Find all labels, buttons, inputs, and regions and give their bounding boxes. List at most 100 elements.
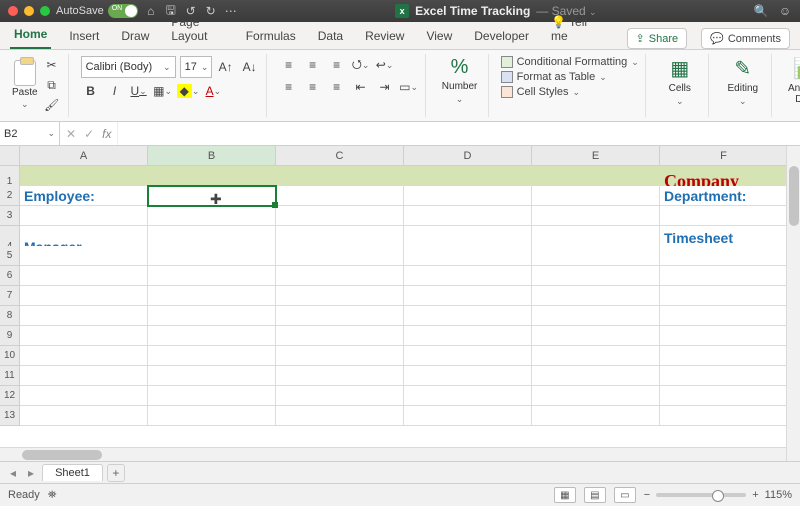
autosave-toggle[interactable]: AutoSave ON: [56, 4, 138, 18]
editing-button[interactable]: ✎Editing⌄: [721, 56, 765, 107]
percent-icon: %: [451, 56, 469, 79]
tab-view[interactable]: View: [422, 23, 456, 49]
number-format-button[interactable]: % Number⌄: [438, 56, 482, 105]
underline-button[interactable]: U ⌄: [129, 82, 149, 100]
row-header-11[interactable]: 11: [0, 366, 20, 386]
row-header-12[interactable]: 12: [0, 386, 20, 406]
cells-button[interactable]: ▦Cells⌄: [658, 56, 702, 107]
zoom-level[interactable]: 115%: [765, 489, 792, 501]
home-icon[interactable]: ⌂: [144, 4, 158, 18]
col-header-D[interactable]: D: [404, 146, 532, 166]
zoom-out-button[interactable]: −: [644, 489, 650, 501]
paste-button[interactable]: Paste ⌄: [12, 60, 38, 110]
font-size-select[interactable]: 17⌄: [180, 56, 212, 78]
cut-icon[interactable]: ✂: [42, 56, 62, 74]
row-header-2[interactable]: 2: [0, 186, 20, 206]
tab-formulas[interactable]: Formulas: [242, 23, 300, 49]
cell-styles-button[interactable]: Cell Styles ⌄: [501, 86, 639, 98]
sheet-tab-1[interactable]: Sheet1: [42, 464, 103, 481]
wrap-text-icon[interactable]: ↩⌄: [375, 56, 395, 74]
col-header-E[interactable]: E: [532, 146, 660, 166]
align-left-icon[interactable]: ≡: [279, 78, 299, 96]
name-box[interactable]: B2⌄: [0, 122, 60, 145]
col-header-F[interactable]: F: [660, 146, 788, 166]
formula-input[interactable]: [118, 122, 800, 145]
view-page-break-icon[interactable]: ▭: [614, 487, 636, 503]
sheet-nav-next[interactable]: ▸: [24, 466, 38, 480]
tab-home[interactable]: Home: [10, 21, 51, 49]
tab-page-layout[interactable]: Page Layout: [167, 9, 227, 49]
cell-A2[interactable]: Employee:: [20, 186, 148, 206]
horizontal-scrollbar[interactable]: [0, 447, 786, 461]
cell-B2-selected[interactable]: [148, 186, 276, 206]
borders-button[interactable]: ▦ ⌄: [153, 82, 173, 100]
sheet-tabs: ◂ ▸ Sheet1 +: [0, 462, 800, 484]
align-center-icon[interactable]: ≡: [303, 78, 323, 96]
select-all-corner[interactable]: [0, 146, 20, 166]
ribbon: Paste ⌄ ✂ ⧉ 🖌 Calibri (Body)⌄ 17⌄ A↑ A↓ …: [0, 50, 800, 122]
enter-formula-icon[interactable]: ✓: [84, 127, 94, 141]
row-header-3[interactable]: 3: [0, 206, 20, 226]
align-top-icon[interactable]: ≡: [279, 56, 299, 74]
copy-icon[interactable]: ⧉: [42, 76, 62, 94]
sheet-nav-prev[interactable]: ◂: [6, 466, 20, 480]
row-header-9[interactable]: 9: [0, 326, 20, 346]
decrease-indent-icon[interactable]: ⇤: [351, 78, 371, 96]
minimize-window-icon[interactable]: [24, 6, 34, 16]
row-header-8[interactable]: 8: [0, 306, 20, 326]
conditional-formatting-button[interactable]: Conditional Formatting ⌄: [501, 56, 639, 68]
font-name-select[interactable]: Calibri (Body)⌄: [81, 56, 176, 78]
font-color-button[interactable]: A⌄: [203, 82, 223, 100]
mac-titlebar: AutoSave ON ⌂ 🖫 ↺ ↻ ⋯ x Excel Time Track…: [0, 0, 800, 22]
italic-button[interactable]: I: [105, 82, 125, 100]
user-icon[interactable]: ☺: [778, 4, 792, 18]
row-header-7[interactable]: 7: [0, 286, 20, 306]
tab-draw[interactable]: Draw: [117, 23, 153, 49]
row-header-5[interactable]: 5: [0, 246, 20, 266]
accessibility-icon[interactable]: ⛯: [48, 489, 57, 502]
analyse-icon: 📊: [793, 56, 800, 81]
zoom-slider[interactable]: [656, 493, 746, 497]
row-header-6[interactable]: 6: [0, 266, 20, 286]
tab-review[interactable]: Review: [361, 23, 408, 49]
align-middle-icon[interactable]: ≡: [303, 56, 323, 74]
tell-me[interactable]: 💡 Tell me: [547, 9, 599, 49]
align-right-icon[interactable]: ≡: [327, 78, 347, 96]
col-header-C[interactable]: C: [276, 146, 404, 166]
search-icon[interactable]: 🔍: [754, 4, 768, 18]
share-button[interactable]: ⇪Share: [627, 28, 688, 49]
merge-icon[interactable]: ▭⌄: [399, 78, 419, 96]
worksheet-grid[interactable]: A B C D E F 1 Company 2 Employee: Depart…: [0, 146, 800, 462]
add-sheet-button[interactable]: +: [107, 464, 125, 482]
align-bottom-icon[interactable]: ≡: [327, 56, 347, 74]
vertical-scrollbar[interactable]: [786, 146, 800, 461]
col-header-A[interactable]: A: [20, 146, 148, 166]
tab-insert[interactable]: Insert: [65, 23, 103, 49]
bold-button[interactable]: B: [81, 82, 101, 100]
status-ready: Ready: [8, 489, 40, 501]
orientation-icon[interactable]: ⭯⌄: [351, 56, 371, 74]
cells-icon: ▦: [670, 56, 689, 81]
view-normal-icon[interactable]: ▦: [554, 487, 576, 503]
format-as-table-button[interactable]: Format as Table ⌄: [501, 71, 639, 83]
analyse-data-button[interactable]: 📊Analyse Data: [784, 56, 800, 105]
tab-developer[interactable]: Developer: [470, 23, 533, 49]
format-painter-icon[interactable]: 🖌: [42, 96, 62, 114]
cell-F2[interactable]: Department:: [660, 186, 788, 206]
close-window-icon[interactable]: [8, 6, 18, 16]
col-header-B[interactable]: B: [148, 146, 276, 166]
view-page-layout-icon[interactable]: ▤: [584, 487, 606, 503]
decrease-font-icon[interactable]: A↓: [240, 58, 260, 76]
tab-data[interactable]: Data: [314, 23, 347, 49]
row-header-10[interactable]: 10: [0, 346, 20, 366]
fill-color-button[interactable]: ◆⌄: [177, 82, 200, 100]
increase-indent-icon[interactable]: ⇥: [375, 78, 395, 96]
comments-button[interactable]: 💬Comments: [701, 28, 790, 49]
cancel-formula-icon[interactable]: ✕: [66, 127, 76, 141]
fx-icon[interactable]: fx: [102, 127, 111, 141]
zoom-window-icon[interactable]: [40, 6, 50, 16]
row-header-13[interactable]: 13: [0, 406, 20, 426]
increase-font-icon[interactable]: A↑: [216, 58, 236, 76]
zoom-in-button[interactable]: +: [752, 489, 758, 501]
editing-icon: ✎: [734, 56, 751, 81]
